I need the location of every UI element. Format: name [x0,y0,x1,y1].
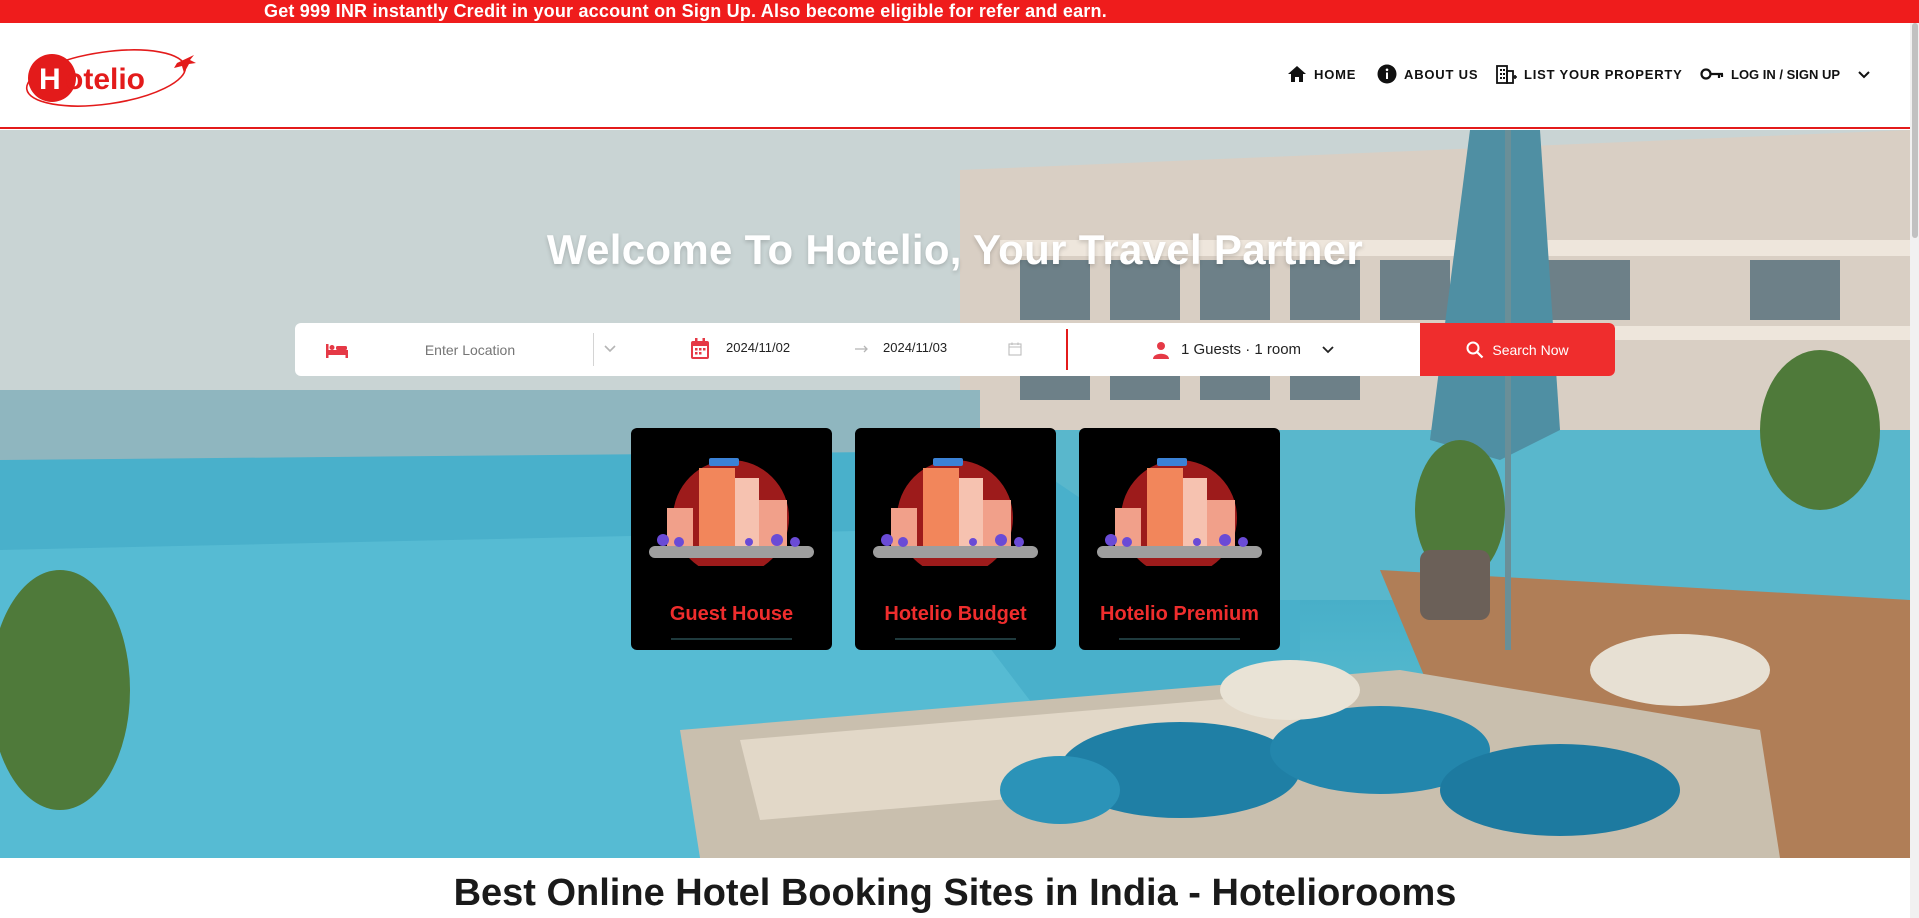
info-icon [1377,64,1397,84]
nav-login-label: LOG IN / SIGN UP [1731,66,1841,82]
calendar-outline-icon[interactable] [1008,342,1022,356]
category-card-hotelio-premium[interactable]: Hotelio Premium [1079,428,1280,650]
location-divider [593,333,594,366]
building-icon [1496,65,1517,84]
search-icon [1466,341,1484,358]
key-icon [1700,68,1724,80]
hero-section: Welcome To Hotelio, Your Travel Partner … [0,130,1910,858]
chevron-down-icon [1322,345,1334,353]
search-bar: 2024/11/02 2024/11/03 1 Guests · 1 room … [295,323,1615,376]
scrollbar-thumb[interactable] [1912,23,1918,238]
nav-home-label: HOME [1314,66,1357,82]
promo-banner: Get 999 INR instantly Credit in your acc… [0,0,1919,23]
nav-login-signup[interactable]: LOG IN / SIGN UP [1700,61,1871,87]
location-chevron-icon[interactable] [603,343,617,355]
svg-text:otelio: otelio [65,63,145,96]
nav-list-property[interactable]: LIST YOUR PROPERTY [1495,61,1683,87]
site-header: H otelio HOME ABOUT US LIST YOUR PROPERT… [0,23,1910,129]
category-underline [671,638,792,640]
arrow-right-icon [855,345,868,353]
person-icon [1153,341,1169,359]
category-underline [895,638,1016,640]
bed-icon [326,344,348,358]
category-card-hotelio-budget[interactable]: Hotelio Budget [855,428,1056,650]
category-label: Hotelio Premium [1100,603,1259,625]
hotelio-logo[interactable]: H otelio [24,49,204,107]
date-guest-divider [1066,329,1068,370]
search-now-button[interactable]: Search Now [1420,323,1615,376]
checkin-date[interactable]: 2024/11/02 [726,340,790,355]
hotel-illustration-icon [1097,458,1262,566]
category-card-guest-house[interactable]: Guest House [631,428,832,650]
hotel-illustration-icon [649,458,814,566]
category-underline [1119,638,1240,640]
chevron-down-icon [1858,71,1870,79]
nav-list-property-label: LIST YOUR PROPERTY [1524,66,1683,82]
promo-text: Get 999 INR instantly Credit in your acc… [264,1,1107,21]
calendar-icon [691,338,709,359]
section-title: Best Online Hotel Booking Sites in India… [453,872,1457,914]
nav-about-label: ABOUT US [1404,66,1479,82]
category-label: Guest House [669,603,794,625]
hotel-illustration-icon [873,458,1038,566]
nav-about-us[interactable]: ABOUT US [1377,61,1478,87]
home-icon [1288,66,1306,82]
category-label: Hotelio Budget [884,603,1027,625]
hero-title: Welcome To Hotelio, Your Travel Partner [546,226,1364,273]
svg-text:H: H [39,63,61,96]
search-now-label: Search Now [1492,341,1569,358]
location-input[interactable] [375,336,565,363]
nav-home[interactable]: HOME [1287,61,1356,87]
checkout-date[interactable]: 2024/11/03 [883,340,947,355]
page-scrollbar[interactable] [1910,23,1919,918]
guests-summary: 1 Guests · 1 room [1181,341,1302,358]
guests-selector[interactable]: 1 Guests · 1 room [1153,336,1335,363]
